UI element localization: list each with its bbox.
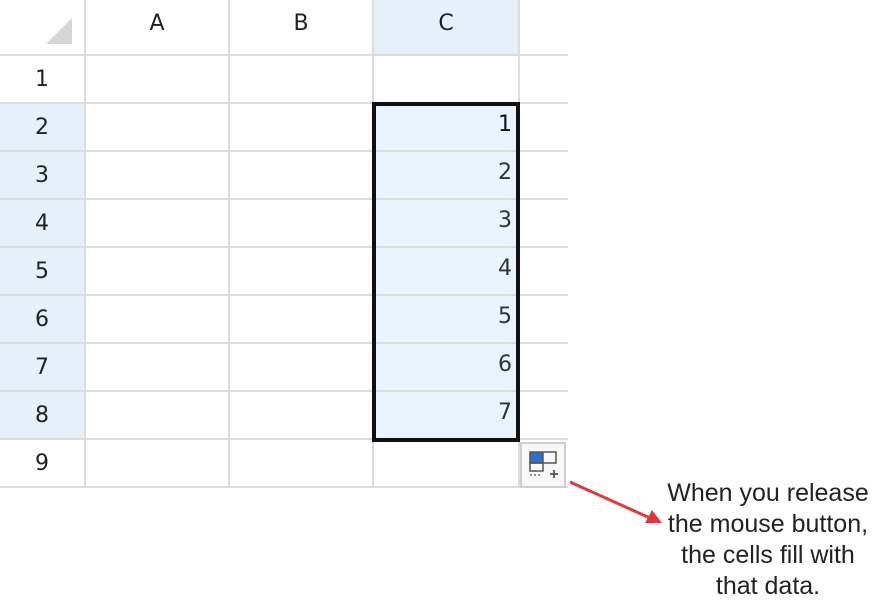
callout-line-1: When you release (667, 479, 869, 507)
callout-text: When you release the mouse button, the c… (656, 478, 880, 602)
callout-line-2: the mouse button, (667, 510, 869, 538)
callout-line-3: the cells fill with (681, 541, 855, 569)
callout-line-4: that data. (715, 572, 821, 600)
